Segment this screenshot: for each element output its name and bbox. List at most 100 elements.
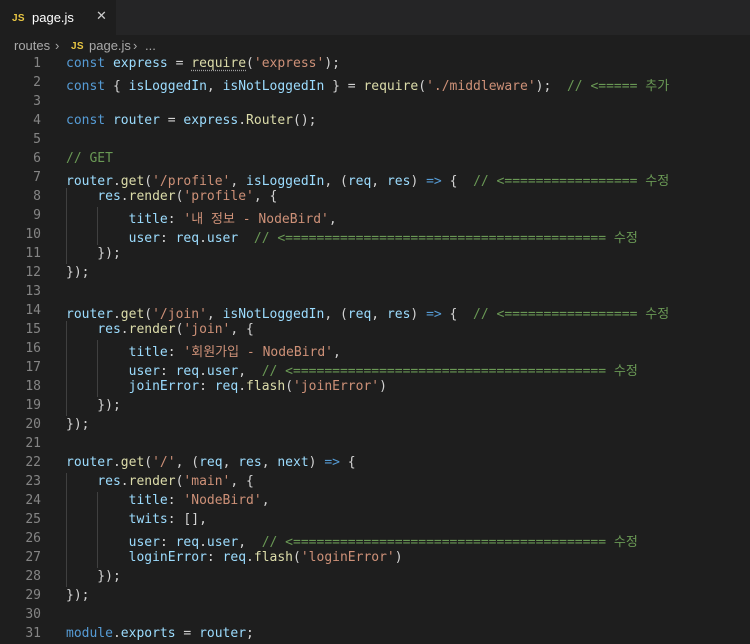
code-line[interactable]: 4 const router = express.Router(); bbox=[0, 112, 750, 131]
code-line[interactable]: 23 res.render('main', { bbox=[0, 473, 750, 492]
code-token: req bbox=[175, 364, 200, 379]
code-token: user bbox=[206, 231, 239, 246]
code-token: exports bbox=[120, 626, 176, 641]
code-token: req bbox=[175, 231, 200, 246]
code-line[interactable]: 16 title: '회원가입 - NodeBird', bbox=[0, 340, 750, 360]
javascript-file-icon: JS bbox=[71, 41, 84, 52]
code-token: // GET bbox=[66, 151, 113, 166]
indent-guide bbox=[66, 188, 67, 264]
code-line[interactable]: 8 res.render('profile', { bbox=[0, 188, 750, 207]
code-line[interactable]: 13 bbox=[0, 283, 750, 302]
javascript-file-icon: JS bbox=[12, 13, 25, 24]
code-line[interactable]: 14 router.get('/join', isNotLoggedIn, (re… bbox=[0, 302, 750, 322]
code-line[interactable]: 2 const { isLoggedIn, isNotLoggedIn } = r… bbox=[0, 74, 750, 94]
code-line[interactable]: 19 }); bbox=[0, 397, 750, 416]
breadcrumb-folder[interactable]: routes bbox=[14, 38, 50, 53]
code-token: './middleware' bbox=[426, 79, 536, 94]
code-token: . bbox=[112, 455, 121, 470]
code-token: , bbox=[371, 174, 387, 189]
code-line[interactable]: 20}); bbox=[0, 416, 750, 435]
line-number: 24 bbox=[25, 493, 41, 508]
code-line[interactable]: 1 const express = require('express'); bbox=[0, 55, 750, 74]
code-line[interactable]: 5 bbox=[0, 131, 750, 150]
indent-guide bbox=[97, 340, 98, 397]
code-line[interactable]: 9 title: '내 정보 - NodeBird', bbox=[0, 207, 750, 227]
code-token: router bbox=[112, 113, 160, 128]
code-token: }); bbox=[66, 398, 121, 413]
code-token: req bbox=[175, 535, 200, 550]
code-token: res bbox=[238, 455, 262, 470]
code-token: req bbox=[199, 455, 223, 470]
code-token: , bbox=[222, 455, 239, 470]
code-token: . bbox=[199, 535, 207, 550]
code-line[interactable]: 21 bbox=[0, 435, 750, 454]
code-line[interactable]: 31 module.exports = router; bbox=[0, 625, 750, 644]
code-line[interactable]: 27 loginError: req.flash('loginError') bbox=[0, 549, 750, 568]
tab-page-js[interactable]: JS page.js ✕ bbox=[0, 0, 116, 35]
chevron-right-icon: › bbox=[55, 38, 60, 53]
line-number: 18 bbox=[25, 379, 41, 394]
code-line[interactable]: 28 }); bbox=[0, 568, 750, 587]
code-token: '/join' bbox=[152, 307, 207, 322]
breadcrumb-file[interactable]: page.js bbox=[89, 38, 131, 53]
line-number: 15 bbox=[25, 322, 41, 337]
code-token: }); bbox=[66, 246, 121, 261]
code-line[interactable]: 29}); bbox=[0, 587, 750, 606]
line-number: 16 bbox=[25, 341, 41, 356]
code-line[interactable]: 25 twits: [], bbox=[0, 511, 750, 530]
code-text: twits: [], bbox=[66, 512, 207, 527]
code-token: }); bbox=[66, 588, 90, 603]
line-number: 21 bbox=[25, 436, 41, 451]
code-token: 'loginError' bbox=[300, 550, 395, 565]
code-line[interactable]: 17 user: req.user, // <=================… bbox=[0, 359, 750, 379]
line-number: 30 bbox=[25, 607, 41, 622]
code-line[interactable]: 12}); bbox=[0, 264, 750, 283]
code-text: router.get('/join', isNotLoggedIn, (req,… bbox=[66, 303, 669, 322]
code-token: } = bbox=[324, 79, 364, 94]
code-line[interactable]: 7 router.get('/profile', isLoggedIn, (req… bbox=[0, 169, 750, 189]
code-token: user bbox=[128, 231, 160, 246]
code-token: 'profile' bbox=[183, 189, 254, 204]
breadcrumb: routes › JS page.js › ... bbox=[0, 35, 750, 57]
code-token: 'main' bbox=[183, 474, 231, 489]
breadcrumb-more[interactable]: ... bbox=[145, 38, 156, 53]
code-token: . bbox=[112, 174, 121, 189]
line-number: 8 bbox=[33, 189, 41, 204]
indent-guide bbox=[97, 492, 98, 568]
code-token: , bbox=[371, 307, 387, 322]
line-number: 28 bbox=[25, 569, 41, 584]
code-line[interactable]: 30 bbox=[0, 606, 750, 625]
code-token: ( bbox=[246, 56, 254, 71]
line-number: 23 bbox=[25, 474, 41, 489]
code-token: : bbox=[159, 535, 176, 550]
code-token: { bbox=[339, 455, 356, 470]
code-token: module bbox=[66, 626, 113, 641]
code-token: ) bbox=[308, 455, 325, 470]
code-token: isLoggedIn bbox=[128, 79, 207, 94]
code-token: { bbox=[441, 307, 474, 322]
tab-bar: JS page.js ✕ bbox=[0, 0, 750, 35]
close-icon[interactable]: ✕ bbox=[96, 9, 107, 24]
code-token: ); bbox=[324, 56, 340, 71]
code-token: . bbox=[246, 550, 254, 565]
code-token: // <====================================… bbox=[261, 535, 638, 550]
code-token: ( bbox=[285, 379, 294, 394]
code-line[interactable]: 10 user: req.user // <==================… bbox=[0, 226, 750, 246]
code-line[interactable]: 18 joinError: req.flash('joinError') bbox=[0, 378, 750, 397]
code-line[interactable]: 3 bbox=[0, 93, 750, 112]
line-number: 9 bbox=[33, 208, 41, 223]
code-line[interactable]: 6 // GET bbox=[0, 150, 750, 169]
code-line[interactable]: 22 router.get('/', (req, res, next) => { bbox=[0, 454, 750, 473]
code-token: require bbox=[363, 79, 419, 94]
code-token: : bbox=[159, 231, 176, 246]
line-number: 26 bbox=[25, 531, 41, 546]
tab-label: page.js bbox=[32, 10, 74, 25]
code-line[interactable]: 15 res.render('join', { bbox=[0, 321, 750, 340]
code-line[interactable]: 24 title: 'NodeBird', bbox=[0, 492, 750, 511]
code-line[interactable]: 26 user: req.user, // <=================… bbox=[0, 530, 750, 550]
line-number: 1 bbox=[33, 56, 41, 71]
code-line[interactable]: 11 }); bbox=[0, 245, 750, 264]
